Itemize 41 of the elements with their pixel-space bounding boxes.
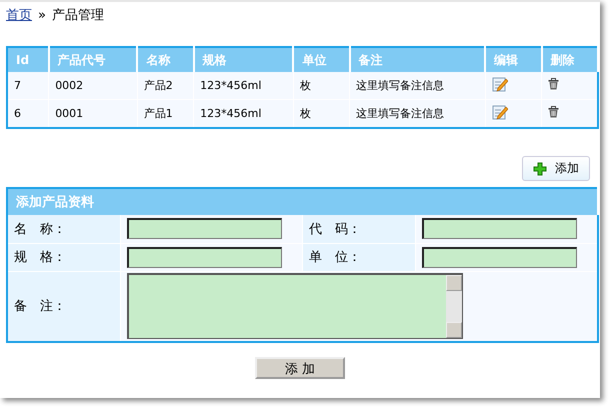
table-cell: 产品2 xyxy=(137,72,194,100)
table-cell: 这里填写备注信息 xyxy=(350,100,486,128)
text-area[interactable] xyxy=(127,273,464,340)
field-label: 名 称： xyxy=(14,222,66,237)
table-cell: 6 xyxy=(7,100,49,128)
table-cell: 枚 xyxy=(293,100,350,128)
page-title: 产品管理 xyxy=(52,7,104,24)
edit-icon[interactable] xyxy=(492,76,508,92)
table-cell: 0001 xyxy=(48,100,138,128)
column-header: 编辑 xyxy=(485,47,542,72)
table-cell: 123*456ml xyxy=(194,72,294,100)
table-cell: 这里填写备注信息 xyxy=(350,72,486,100)
table-cell: 7 xyxy=(7,72,49,100)
home-link[interactable]: 首页 xyxy=(6,6,32,24)
table-cell: 0002 xyxy=(48,72,138,100)
field-label: 代 码： xyxy=(308,222,361,237)
trash-icon[interactable] xyxy=(548,106,560,118)
input-field[interactable] xyxy=(422,218,578,240)
plus-icon xyxy=(533,162,547,176)
input-field[interactable] xyxy=(127,218,282,240)
table-cell: 产品1 xyxy=(137,100,194,128)
add-button[interactable]: 添加 xyxy=(522,156,590,181)
table-cell: 枚 xyxy=(293,72,350,100)
input-field[interactable] xyxy=(127,246,282,268)
breadcrumb-separator: » xyxy=(38,8,46,23)
edit-icon[interactable] xyxy=(492,104,508,120)
field-label: 备 注： xyxy=(14,299,66,314)
column-header: 单位 xyxy=(293,47,350,72)
form-title: 添加产品资料 xyxy=(7,188,598,215)
column-header: 备注 xyxy=(350,47,486,72)
trash-icon[interactable] xyxy=(548,78,560,90)
table-cell: 123*456ml xyxy=(194,100,294,128)
column-header: 名称 xyxy=(137,47,194,72)
field-label: 单 位： xyxy=(308,250,361,265)
column-header: 产品代号 xyxy=(48,47,138,72)
column-header: 删除 xyxy=(542,47,598,72)
input-field[interactable] xyxy=(422,246,578,268)
column-header: Id xyxy=(7,47,49,72)
column-header: 规格 xyxy=(194,47,294,72)
submit-button[interactable]: 添 加 xyxy=(255,357,345,379)
field-label: 规 格： xyxy=(14,250,66,265)
